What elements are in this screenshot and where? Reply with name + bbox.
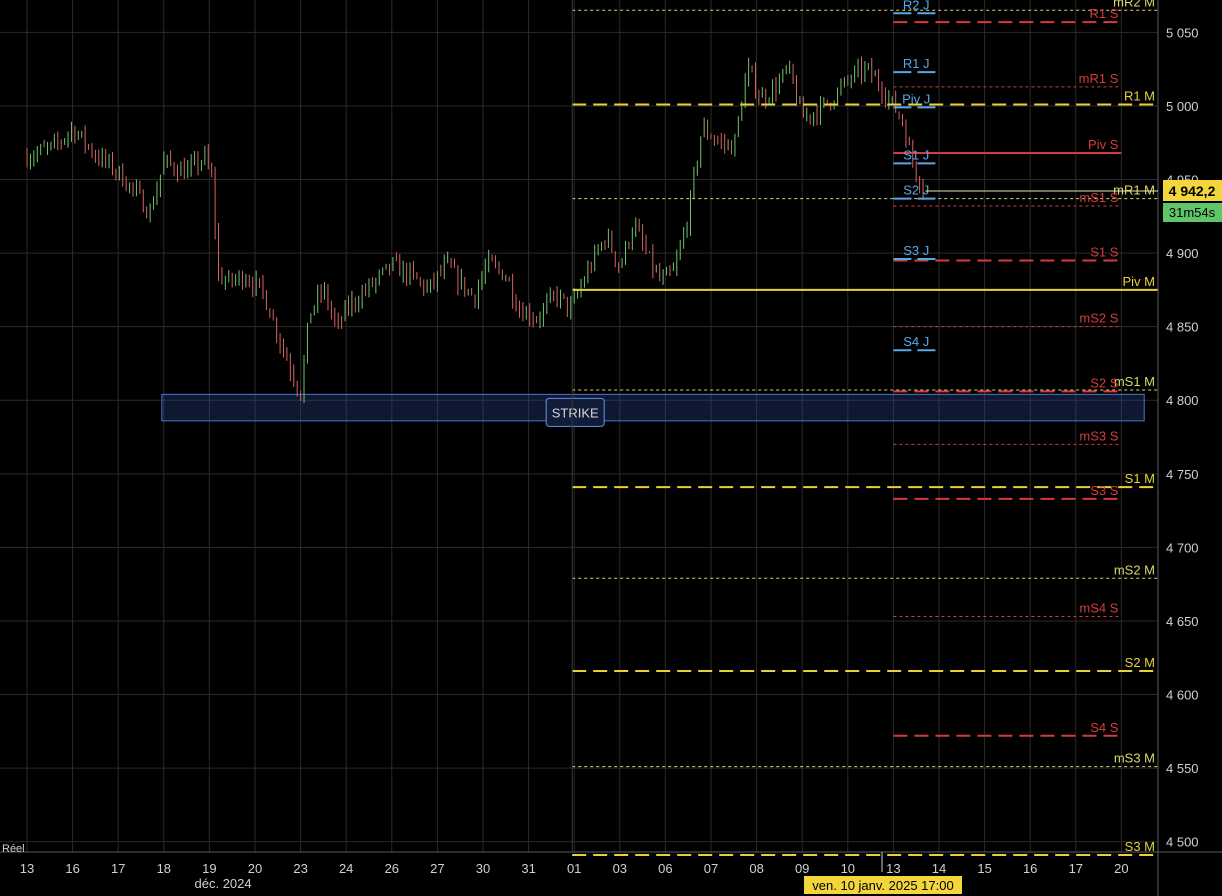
level-label: mR2 M <box>1113 0 1155 9</box>
level-label: S3 J <box>903 243 929 258</box>
x-tick-label: 26 <box>385 861 399 876</box>
level-label: mS4 S <box>1079 601 1118 616</box>
y-tick-label: 4 900 <box>1166 246 1199 261</box>
level-label: mS1 S <box>1079 190 1118 205</box>
price-chart[interactable]: STRIKE mR2 M mR1 M mS1 M mS2 M mS3 M R1 M Piv … <box>0 0 1222 896</box>
level-label: S4 J <box>903 334 929 349</box>
y-tick-label: 4 750 <box>1166 467 1199 482</box>
cursor-date-label: ven. 10 janv. 2025 17:00 <box>812 878 953 893</box>
x-tick-label: 17 <box>1069 861 1083 876</box>
x-tick-label: 16 <box>65 861 79 876</box>
level-label: mS3 M <box>1114 751 1155 766</box>
x-tick-label: 06 <box>658 861 672 876</box>
y-tick-label: 4 600 <box>1166 688 1199 703</box>
x-tick-label: 24 <box>339 861 353 876</box>
strike-zone[interactable] <box>161 393 1145 422</box>
x-tick-label: 31 <box>521 861 535 876</box>
level-label: Piv M <box>1123 274 1156 289</box>
candles <box>26 56 924 403</box>
y-tick-label: 4 550 <box>1166 761 1199 776</box>
level-label: Piv J <box>902 91 930 106</box>
x-tick-label: 03 <box>613 861 627 876</box>
x-tick-label: 09 <box>795 861 809 876</box>
level-label: R2 J <box>903 0 930 12</box>
x-tick-label: 30 <box>476 861 490 876</box>
level-label: mR1 M <box>1113 183 1155 198</box>
x-tick-label: 17 <box>111 861 125 876</box>
x-sub-label: déc. 2024 <box>195 876 252 891</box>
y-tick-label: 4 500 <box>1166 835 1199 850</box>
level-label: mS2 M <box>1114 562 1155 577</box>
level-label: R1 J <box>903 56 930 71</box>
y-tick-label: 5 000 <box>1166 99 1199 114</box>
strike-zone-layer: STRIKE <box>161 393 1145 427</box>
y-tick-label: 4 850 <box>1166 320 1199 335</box>
level-label: R1 S <box>1089 6 1118 21</box>
y-tick-label: 4 800 <box>1166 393 1199 408</box>
pivot-levels: mR2 M mR1 M mS1 M mS2 M mS3 M R1 M Piv M S1 M S2… <box>572 0 1158 856</box>
x-tick-label: 10 <box>841 861 855 876</box>
y-tick-label: 4 650 <box>1166 614 1199 629</box>
level-label: R1 M <box>1124 88 1155 103</box>
level-label: S4 S <box>1090 720 1119 735</box>
x-tick-label: 13 <box>20 861 34 876</box>
level-label: S1 M <box>1125 471 1155 486</box>
level-label: Piv S <box>1088 137 1119 152</box>
x-tick-label: 13 <box>886 861 900 876</box>
x-tick-label: 18 <box>157 861 171 876</box>
x-tick-label: 07 <box>704 861 718 876</box>
countdown-label: 31m54s <box>1169 205 1216 220</box>
x-tick-label: 08 <box>749 861 763 876</box>
level-label: S3 S <box>1090 483 1119 498</box>
y-tick-label: 5 050 <box>1166 25 1199 40</box>
y-tick-label: 4 700 <box>1166 540 1199 555</box>
x-tick-label: 20 <box>248 861 262 876</box>
level-label: mS3 S <box>1079 428 1118 443</box>
level-label: mR1 S <box>1079 71 1119 86</box>
level-label: mS2 S <box>1079 311 1118 326</box>
x-tick-label: 20 <box>1114 861 1128 876</box>
strike-label: STRIKE <box>552 405 599 420</box>
x-tick-label: 16 <box>1023 861 1037 876</box>
x-tick-label: 15 <box>977 861 991 876</box>
x-tick-label: 14 <box>932 861 946 876</box>
level-label: mS1 M <box>1114 374 1155 389</box>
x-tick-label: 19 <box>202 861 216 876</box>
mode-label: Réel <box>2 843 25 855</box>
level-label: S2 J <box>903 183 929 198</box>
axes: 4 500 4 550 4 600 4 650 4 700 4 750 4 800 4 850… <box>0 0 1222 896</box>
level-label: S2 M <box>1125 655 1155 670</box>
level-label: S2 S <box>1090 375 1119 390</box>
level-label: S1 J <box>903 147 929 162</box>
x-tick-label: 23 <box>293 861 307 876</box>
x-tick-label: 01 <box>567 861 581 876</box>
level-label: S1 S <box>1090 244 1119 259</box>
x-tick-label: 27 <box>430 861 444 876</box>
last-price-label: 4 942,2 <box>1169 183 1216 199</box>
